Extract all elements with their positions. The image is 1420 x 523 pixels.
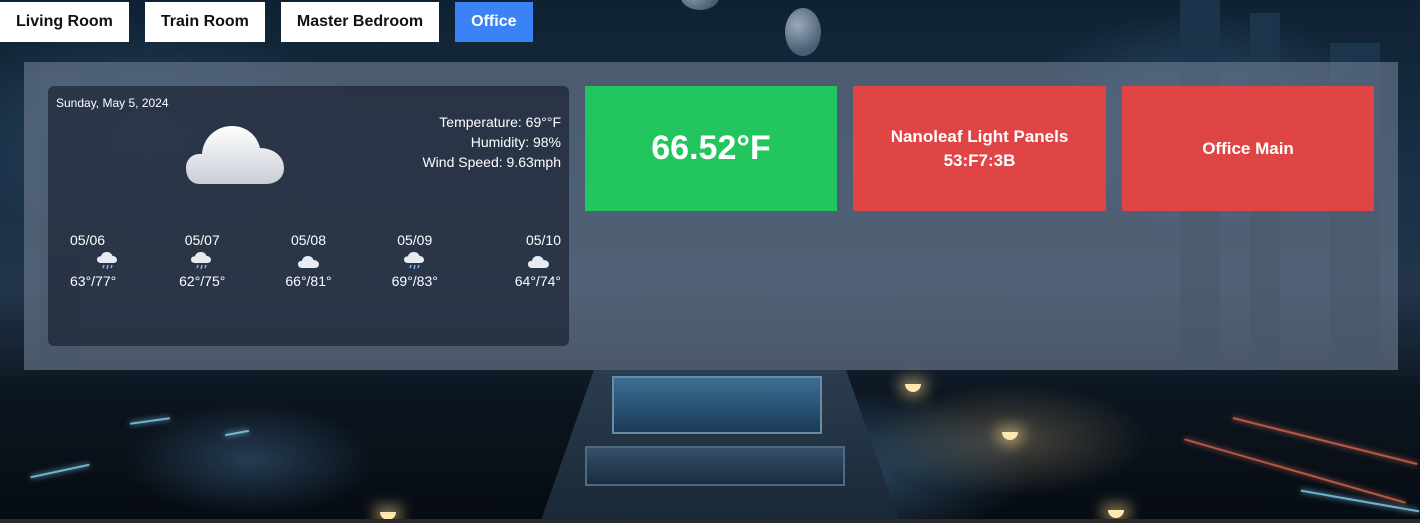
rain-cloud-icon bbox=[403, 252, 424, 270]
pool-decoration bbox=[612, 376, 822, 434]
forecast-day: 05/07 62°/75° bbox=[162, 232, 242, 289]
forecast-range: 62°/75° bbox=[179, 273, 226, 289]
forecast-day: 05/10 64°/74° bbox=[481, 232, 561, 289]
forecast-date: 05/10 bbox=[525, 232, 561, 248]
wind-speed-text: Wind Speed: 9.63mph bbox=[422, 154, 561, 170]
forecast-range: 64°/74° bbox=[514, 273, 561, 289]
weather-date: Sunday, May 5, 2024 bbox=[56, 96, 169, 110]
forecast-day: 05/08 66°/81° bbox=[269, 232, 349, 289]
temperature-text: Temperature: 69°°F bbox=[439, 114, 561, 130]
cloud-icon bbox=[528, 256, 549, 268]
rain-cloud-icon bbox=[97, 252, 117, 270]
moon-decoration bbox=[785, 8, 821, 56]
forecast-range: 69°/83° bbox=[391, 273, 438, 289]
forecast-day: 05/06 63°/77° bbox=[56, 232, 136, 289]
weather-stats: Temperature: 69°°F Humidity: 98% Wind Sp… bbox=[422, 112, 561, 172]
room-tabs: Living Room Train Room Master Bedroom Of… bbox=[0, 2, 533, 42]
forecast-date: 05/08 bbox=[290, 232, 327, 248]
office-main-toggle[interactable]: Office Main bbox=[1122, 86, 1374, 211]
pool-decoration bbox=[585, 446, 845, 486]
device-id: 53:F7:3B bbox=[943, 150, 1016, 170]
device-name: Office Main bbox=[1202, 138, 1294, 158]
weather-widget: Sunday, May 5, 2024 Temperature: 69°°F H… bbox=[48, 86, 569, 346]
temperature-tile[interactable]: 66.52°F bbox=[585, 86, 837, 211]
light-streak bbox=[130, 417, 170, 425]
bottom-bar bbox=[0, 519, 1420, 523]
humidity-text: Humidity: 98% bbox=[470, 134, 561, 150]
forecast-row: 05/06 63°/77° 05/07 62°/75° 05/08 66°/81… bbox=[56, 232, 561, 289]
rain-cloud-icon bbox=[191, 252, 212, 270]
light-streak bbox=[225, 429, 249, 437]
cloud-icon bbox=[186, 126, 284, 184]
lamp-decoration bbox=[1108, 510, 1124, 518]
cloud-icon bbox=[297, 256, 319, 268]
tab-office[interactable]: Office bbox=[455, 2, 533, 42]
tab-train-room[interactable]: Train Room bbox=[144, 2, 265, 42]
light-streak bbox=[30, 463, 90, 479]
light-streak bbox=[1232, 417, 1418, 465]
forecast-range: 66°/81° bbox=[285, 273, 332, 289]
moon-decoration bbox=[680, 0, 720, 10]
tab-master-bedroom[interactable]: Master Bedroom bbox=[280, 2, 440, 42]
temperature-value: 66.52°F bbox=[651, 129, 771, 167]
forecast-range: 63°/77° bbox=[70, 273, 117, 289]
tab-living-room[interactable]: Living Room bbox=[0, 2, 129, 42]
forecast-date: 05/09 bbox=[397, 232, 433, 248]
nanoleaf-light-panels-toggle[interactable]: Nanoleaf Light Panels 53:F7:3B bbox=[853, 86, 1106, 211]
device-name: Nanoleaf Light Panels bbox=[890, 126, 1069, 146]
lamp-decoration bbox=[905, 384, 921, 392]
dashboard-panel: Sunday, May 5, 2024 Temperature: 69°°F H… bbox=[24, 62, 1398, 370]
forecast-day: 05/09 69°/83° bbox=[375, 232, 455, 289]
forecast-date: 05/07 bbox=[184, 232, 220, 248]
forecast-date: 05/06 bbox=[70, 232, 106, 248]
light-streak bbox=[1184, 438, 1406, 504]
lamp-decoration bbox=[1002, 432, 1018, 440]
